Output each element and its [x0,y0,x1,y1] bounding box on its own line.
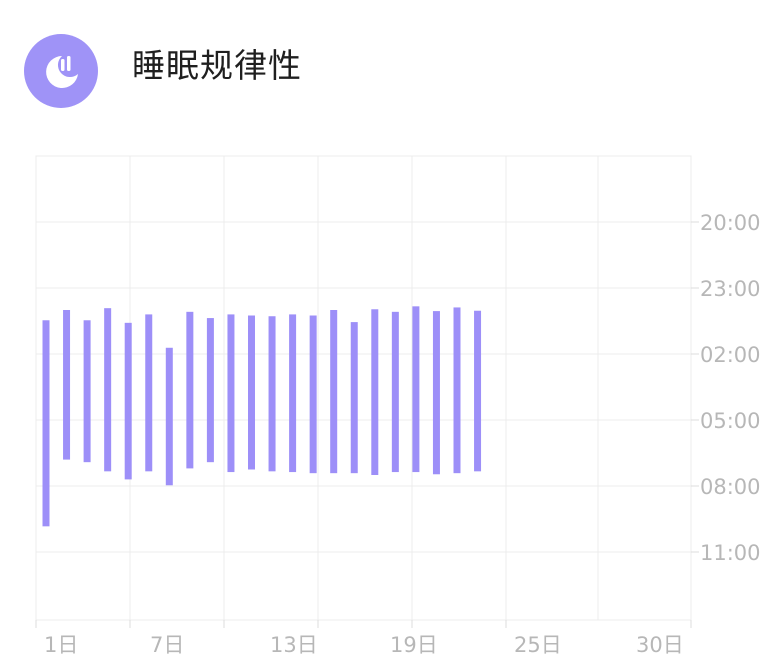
y-tick-label: 20:00 [700,211,761,235]
plot-frame [35,155,692,621]
x-tick-label: 13日 [270,633,318,657]
sleep-bar [186,311,194,469]
sleep-bar [268,316,276,472]
y-tick-label: 05:00 [700,409,761,433]
x-tick-label: 25日 [514,633,562,657]
sleep-bar [145,314,153,472]
sleep-bar [42,320,50,527]
y-tick-label: 02:00 [700,343,761,367]
sleep-bar [309,315,317,474]
y-tick-label: 23:00 [700,277,761,301]
sleep-bar [63,310,71,460]
sleep-bar [124,322,132,480]
y-tick-label: 08:00 [700,475,761,499]
sleep-bar [432,311,440,475]
sleep-bar [330,310,338,474]
x-tick-label: 1日 [44,633,78,657]
sleep-bar [104,308,112,472]
chart-svg: 20:00 23:00 02:00 05:00 08:00 11:00 1日 7日 13日 19日… [35,155,761,657]
sleep-bar [453,307,461,474]
sleep-bar [412,306,420,473]
sleep-bar [83,320,91,463]
y-tick-label: 11:00 [700,541,761,565]
x-tick-label: 30日 [636,633,684,657]
x-tick-label: 7日 [150,633,184,657]
sleep-bar [165,347,173,486]
sleep-bar [248,315,255,470]
sleep-bar [371,309,379,475]
sleep-bar [206,318,214,463]
sleep-bar [227,314,235,473]
sleep-regularity-chart: 20:00 23:00 02:00 05:00 08:00 11:00 1日 7日 13日 19日… [0,0,777,666]
sleep-bar [350,322,358,474]
x-tick-label: 19日 [390,633,438,657]
sleep-bar [391,311,399,473]
sleep-bar [289,314,297,473]
sleep-bar [474,310,482,472]
